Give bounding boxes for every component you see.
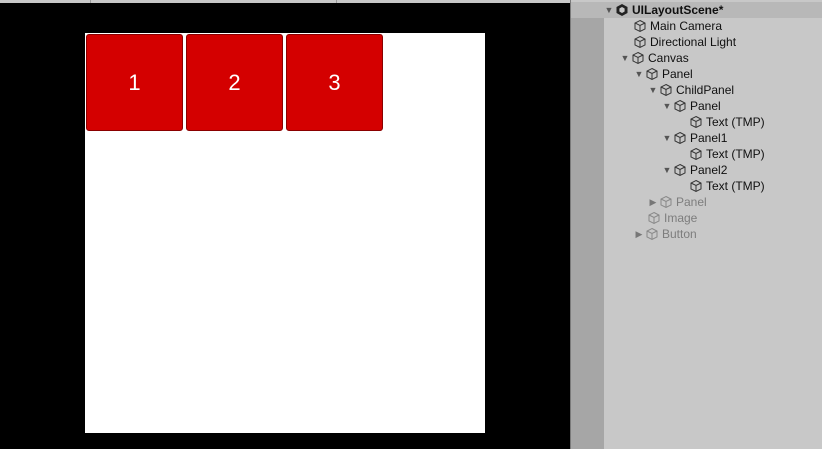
gameobject-cube-icon xyxy=(633,19,647,33)
hierarchy-item-directional-light[interactable]: Directional Light xyxy=(633,34,736,50)
hierarchy-item-label: Panel2 xyxy=(690,163,728,177)
expand-arrow-icon[interactable]: ▼ xyxy=(603,5,615,15)
unity-editor: 1 2 3 ▼ UILayoutScene* Main Camera Direc… xyxy=(0,0,822,449)
hierarchy-item-text-tmp[interactable]: Text (TMP) xyxy=(689,178,765,194)
hierarchy-item-image[interactable]: Image xyxy=(647,210,697,226)
unity-scene-icon xyxy=(615,3,629,17)
gameobject-cube-icon xyxy=(647,211,661,225)
hierarchy-item-text-tmp[interactable]: Text (TMP) xyxy=(689,146,765,162)
scene-name: UILayoutScene* xyxy=(632,3,724,17)
hierarchy-item-label: Main Camera xyxy=(650,19,723,33)
gameobject-cube-icon xyxy=(631,51,645,65)
gameobject-cube-icon xyxy=(659,83,673,97)
gameobject-cube-icon xyxy=(645,227,659,241)
expand-arrow-icon[interactable]: ▼ xyxy=(633,69,645,79)
panel-tile-3: 3 xyxy=(286,34,383,131)
hierarchy-item-label: Image xyxy=(664,211,698,225)
hierarchy-item-panel2[interactable]: ▼ Panel2 xyxy=(661,162,728,178)
gameobject-cube-icon xyxy=(659,195,673,209)
hierarchy-panel: ▼ UILayoutScene* Main Camera Directional… xyxy=(571,0,822,449)
expand-arrow-icon[interactable]: ▼ xyxy=(619,53,631,63)
collapse-arrow-icon[interactable]: ▶ xyxy=(647,197,659,208)
hierarchy-item-canvas[interactable]: ▼ Canvas xyxy=(619,50,689,66)
hierarchy-item-label: Panel xyxy=(676,195,707,209)
gameobject-cube-icon xyxy=(673,163,687,177)
hierarchy-item-panel1[interactable]: ▼ Panel1 xyxy=(661,130,728,146)
ui-canvas: 1 2 3 xyxy=(85,33,485,433)
tile-label: 3 xyxy=(328,69,341,95)
panel-tile-2: 2 xyxy=(186,34,283,131)
hierarchy-item-label: Panel xyxy=(690,99,721,113)
expand-arrow-icon[interactable]: ▼ xyxy=(661,133,673,143)
collapse-arrow-icon[interactable]: ▶ xyxy=(633,229,645,240)
gameobject-cube-icon xyxy=(673,99,687,113)
hierarchy-item-label: Text (TMP) xyxy=(706,115,765,129)
expand-arrow-icon[interactable]: ▼ xyxy=(647,85,659,95)
gameobject-cube-icon xyxy=(633,35,647,49)
hierarchy-item-label: Directional Light xyxy=(650,35,737,49)
hierarchy-item-label: Panel1 xyxy=(690,131,728,145)
panel-tile-1: 1 xyxy=(86,34,183,131)
gameobject-cube-icon xyxy=(645,67,659,81)
hierarchy-item-text-tmp[interactable]: Text (TMP) xyxy=(689,114,765,130)
hierarchy-item-panel[interactable]: ▼ Panel xyxy=(633,66,693,82)
hierarchy-item-main-camera[interactable]: Main Camera xyxy=(633,18,722,34)
hierarchy-item-label: Panel xyxy=(662,67,693,81)
tile-label: 2 xyxy=(228,69,241,95)
game-view[interactable]: 1 2 3 xyxy=(0,3,570,449)
hierarchy-item-label: Text (TMP) xyxy=(706,147,765,161)
gameobject-cube-icon xyxy=(689,179,703,193)
hierarchy-item-panel-inactive[interactable]: ▶ Panel xyxy=(647,194,707,210)
gameobject-cube-icon xyxy=(673,131,687,145)
hierarchy-item-label: Canvas xyxy=(648,51,689,65)
hierarchy-item-button[interactable]: ▶ Button xyxy=(633,226,697,242)
expand-arrow-icon[interactable]: ▼ xyxy=(661,165,673,175)
tile-label: 1 xyxy=(128,69,141,95)
hierarchy-item-panel[interactable]: ▼ Panel xyxy=(661,98,721,114)
hierarchy-item-childpanel[interactable]: ▼ ChildPanel xyxy=(647,82,735,98)
hierarchy-item-label: ChildPanel xyxy=(676,83,735,97)
hierarchy-gutter xyxy=(571,18,604,449)
scene-row[interactable]: ▼ UILayoutScene* xyxy=(603,2,724,18)
gameobject-cube-icon xyxy=(689,115,703,129)
hierarchy-item-label: Text (TMP) xyxy=(706,179,765,193)
expand-arrow-icon[interactable]: ▼ xyxy=(661,101,673,111)
hierarchy-item-label: Button xyxy=(662,227,697,241)
gameobject-cube-icon xyxy=(689,147,703,161)
